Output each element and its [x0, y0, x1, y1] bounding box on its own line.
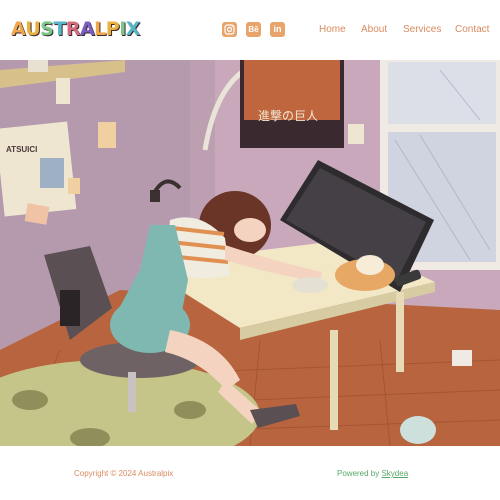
lofi-room-artwork: ATSUICI 進撃の巨人: [0, 60, 500, 446]
instagram-icon[interactable]: [222, 22, 237, 37]
logo-letter: S: [40, 18, 54, 40]
powered-by-prefix: Powered by: [337, 469, 382, 478]
linkedin-glyph: in: [273, 24, 282, 34]
brand-logo[interactable]: AUSTRALPIX: [11, 18, 140, 40]
logo-letter: R: [65, 18, 81, 40]
skydea-link[interactable]: Skydea: [381, 469, 408, 478]
poster-text: 進撃の巨人: [258, 108, 318, 123]
site-header: AUSTRALPIX Bē in Home About Services Con…: [0, 0, 500, 60]
copyright-text: Copyright © 2024 Australpix: [74, 469, 174, 478]
nav-contact[interactable]: Contact: [455, 24, 489, 36]
behance-icon[interactable]: Bē: [246, 22, 261, 37]
powered-by-text: Powered by Skydea: [337, 469, 408, 479]
logo-letter: A: [79, 18, 95, 40]
logo-letter: L: [94, 18, 106, 40]
logo-letter: P: [105, 18, 120, 40]
logo-letter: A: [11, 18, 26, 40]
logo-letter: X: [125, 18, 141, 40]
linkedin-icon[interactable]: in: [270, 22, 285, 37]
logo-letter: I: [119, 18, 126, 40]
behance-glyph: Bē: [248, 25, 259, 34]
logo-letter: T: [53, 18, 66, 40]
wall-note-text: ATSUICI: [6, 145, 37, 154]
hero-illustration: ATSUICI 進撃の巨人: [0, 60, 500, 446]
nav-about[interactable]: About: [361, 24, 387, 36]
nav-home[interactable]: Home: [319, 24, 346, 36]
nav-services[interactable]: Services: [403, 24, 441, 36]
logo-letter: U: [25, 18, 41, 40]
